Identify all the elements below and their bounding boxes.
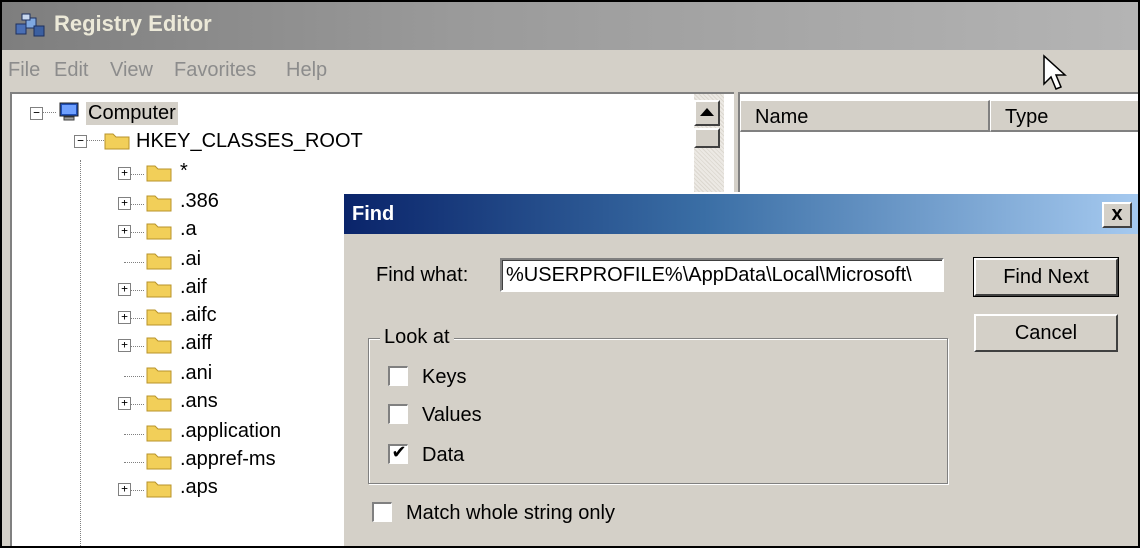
folder-icon: [104, 133, 130, 150]
menu-bar: File Edit View Favorites Help: [2, 50, 1138, 90]
menu-favorites[interactable]: Favorites: [174, 59, 256, 82]
keys-checkbox[interactable]: [388, 366, 408, 386]
folder-icon: [146, 395, 172, 412]
tree-connector: [124, 262, 144, 263]
folder-icon: [146, 195, 172, 212]
tree-item-label: .ani: [180, 362, 213, 384]
expand-icon[interactable]: +: [118, 311, 131, 324]
dialog-title-bar[interactable]: Find x: [344, 194, 1138, 234]
find-next-button[interactable]: Find Next: [973, 257, 1119, 297]
expand-icon[interactable]: +: [118, 225, 131, 238]
match-whole-label: Match whole string only: [406, 502, 615, 524]
menu-view[interactable]: View: [110, 59, 153, 82]
tree-connector: [124, 434, 144, 435]
find-dialog: Find x Find what: %USERPROFILE%\AppData\…: [342, 192, 1138, 546]
folder-icon: [146, 223, 172, 240]
arrow-up-icon: [700, 108, 714, 116]
expand-icon[interactable]: +: [118, 283, 131, 296]
match-whole-checkbox[interactable]: [372, 502, 392, 522]
tree-item-hkey-classes-root[interactable]: − HKEY_CLASSES_ROOT: [12, 128, 412, 156]
close-icon: x: [1111, 203, 1123, 225]
scroll-thumb[interactable]: [694, 128, 720, 148]
folder-icon: [146, 281, 172, 298]
tree-connector: [124, 376, 144, 377]
tree-item-label: *: [180, 160, 188, 182]
folder-icon: [146, 425, 172, 442]
tree-item-label: .a: [180, 218, 197, 240]
tree-item-label: .ai: [180, 248, 202, 270]
tree-item-label: .386: [180, 190, 219, 212]
tree-label-computer: Computer: [86, 102, 178, 125]
menu-help[interactable]: Help: [286, 59, 327, 82]
folder-icon: [146, 337, 172, 354]
look-at-label: Look at: [380, 326, 454, 349]
registry-editor-window: Registry Editor File Edit View Favorites…: [0, 0, 1140, 548]
collapse-icon[interactable]: −: [30, 107, 43, 120]
expand-icon[interactable]: +: [118, 397, 131, 410]
expand-icon[interactable]: +: [118, 339, 131, 352]
data-label: Data: [422, 444, 465, 466]
folder-icon: [146, 453, 172, 470]
menu-file[interactable]: File: [8, 59, 40, 82]
folder-icon: [146, 309, 172, 326]
tree-item-label: .aiff: [180, 332, 212, 354]
computer-icon: [59, 102, 79, 121]
title-bar[interactable]: Registry Editor: [2, 2, 1138, 50]
collapse-icon[interactable]: −: [74, 135, 87, 148]
close-button[interactable]: x: [1102, 202, 1132, 228]
checkmark-icon: ✔: [391, 442, 407, 462]
tree-item-label: .appref-ms: [180, 448, 276, 470]
folder-icon: [146, 481, 172, 498]
tree-item-computer[interactable]: − Computer: [12, 100, 312, 128]
find-what-value: %USERPROFILE%\AppData\Local\Microsoft\: [506, 264, 912, 286]
tree-item-label: .aifc: [180, 304, 217, 326]
tree-item-label: .aps: [180, 476, 218, 498]
expand-icon[interactable]: +: [118, 197, 131, 210]
tree-item-label: .aif: [180, 276, 207, 298]
tree-connector: [124, 462, 144, 463]
tree-item[interactable]: + *: [12, 158, 412, 186]
tree-item-label: .ans: [180, 390, 218, 412]
tree-label-hive: HKEY_CLASSES_ROOT: [136, 130, 363, 152]
column-header-type[interactable]: Type: [990, 100, 1138, 132]
expand-icon[interactable]: +: [118, 483, 131, 496]
values-label: Values: [422, 404, 482, 426]
folder-icon: [146, 253, 172, 270]
find-what-input[interactable]: %USERPROFILE%\AppData\Local\Microsoft\: [500, 258, 944, 292]
dialog-title: Find: [352, 203, 395, 225]
values-checkbox[interactable]: [388, 404, 408, 424]
window-title: Registry Editor: [54, 11, 212, 36]
folder-icon: [146, 367, 172, 384]
keys-label: Keys: [422, 366, 467, 388]
menu-edit[interactable]: Edit: [54, 59, 88, 82]
tree-item-label: .application: [180, 420, 282, 442]
cancel-button[interactable]: Cancel: [974, 314, 1118, 352]
folder-icon: [146, 165, 172, 182]
data-checkbox[interactable]: ✔: [388, 442, 408, 464]
scroll-up-button[interactable]: [694, 100, 720, 126]
mouse-pointer-icon: [1043, 54, 1067, 90]
column-header-name[interactable]: Name: [740, 100, 990, 132]
find-what-label: Find what:: [376, 264, 469, 286]
registry-editor-icon: [15, 13, 45, 37]
expand-icon[interactable]: +: [118, 167, 131, 180]
